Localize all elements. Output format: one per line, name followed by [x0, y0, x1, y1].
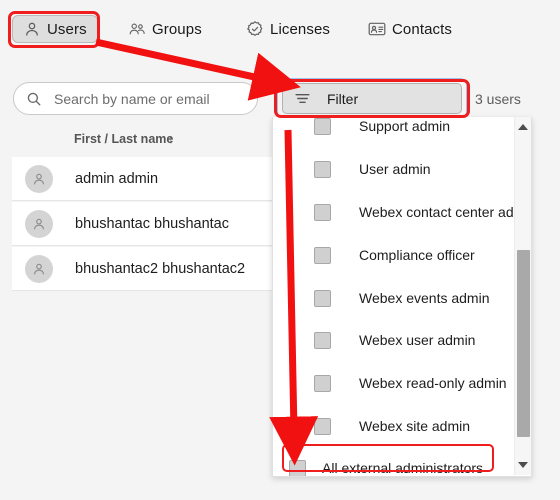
- filter-option-webex-read-only-admin[interactable]: Webex read-only admin: [273, 362, 516, 404]
- checkbox[interactable]: [314, 203, 331, 221]
- avatar: [25, 254, 53, 283]
- filter-option-label: Webex site admin: [359, 418, 471, 434]
- users-management-screen: Users Groups Licenses Contacts Search by…: [0, 0, 560, 500]
- badge-check-icon: [246, 20, 264, 38]
- tab-groups[interactable]: Groups: [118, 15, 212, 43]
- search-box[interactable]: [13, 82, 258, 115]
- filter-option-label: Webex read-only admin: [359, 375, 507, 391]
- filter-lines-icon: [294, 90, 311, 107]
- filter-option-label: All external administrators: [322, 460, 484, 476]
- filter-option-all-external-administrators[interactable]: All external administrators: [273, 447, 516, 476]
- table-header: First / Last name ↑: [0, 128, 272, 154]
- sort-ascending-icon[interactable]: ↑: [168, 132, 174, 146]
- filter-options-list: Support admin User admin Webex contact c…: [273, 117, 531, 476]
- tab-contacts-label: Contacts: [392, 20, 452, 38]
- filter-option-user-admin[interactable]: User admin: [273, 148, 516, 190]
- checkbox[interactable]: [314, 160, 331, 178]
- table-row[interactable]: bhushantac bhushantac: [12, 202, 272, 246]
- filter-option-compliance-officer[interactable]: Compliance officer: [273, 234, 516, 276]
- checkbox[interactable]: [289, 459, 306, 476]
- scroll-up-arrow-icon[interactable]: [515, 119, 531, 135]
- tab-contacts[interactable]: Contacts: [358, 15, 462, 43]
- search-input[interactable]: [54, 90, 239, 107]
- filter-button-label: Filter: [327, 90, 359, 107]
- user-count: 3 users: [475, 91, 521, 107]
- filter-option-label: Webex user admin: [359, 332, 476, 348]
- user-name: bhushantac bhushantac: [75, 215, 229, 232]
- filter-option-label: Compliance officer: [359, 247, 475, 263]
- scroll-down-arrow-icon[interactable]: [515, 457, 531, 473]
- contact-card-icon: [368, 20, 386, 38]
- groups-icon: [128, 20, 146, 38]
- checkbox[interactable]: [314, 117, 331, 135]
- filter-option-webex-events-admin[interactable]: Webex events admin: [273, 277, 516, 319]
- dropdown-scrollbar[interactable]: [514, 117, 531, 475]
- avatar: [25, 164, 53, 193]
- checkbox[interactable]: [314, 246, 331, 264]
- filter-button[interactable]: Filter: [282, 83, 462, 114]
- tab-groups-label: Groups: [152, 20, 202, 38]
- tab-licenses-label: Licenses: [270, 20, 331, 38]
- filter-option-label: Webex events admin: [359, 290, 490, 306]
- filter-option-label: User admin: [359, 161, 431, 177]
- primary-tab-bar: Users Groups Licenses Contacts: [0, 0, 560, 58]
- tab-users-label: Users: [47, 20, 87, 38]
- avatar: [25, 209, 53, 238]
- column-header-name[interactable]: First / Last name: [74, 132, 173, 146]
- filter-dropdown-panel: Support admin User admin Webex contact c…: [272, 117, 532, 477]
- filter-option-label: Support admin: [359, 118, 451, 134]
- filter-option-label: Webex contact center admin: [359, 204, 532, 220]
- user-name: admin admin: [75, 170, 159, 187]
- scrollbar-thumb[interactable]: [517, 250, 530, 437]
- table-row[interactable]: admin admin: [12, 157, 272, 201]
- checkbox[interactable]: [314, 374, 331, 392]
- filter-option-webex-contact-center-admin[interactable]: Webex contact center admin: [273, 191, 531, 233]
- filter-option-webex-user-admin[interactable]: Webex user admin: [273, 319, 516, 361]
- filter-option-support-admin[interactable]: Support admin: [273, 117, 516, 147]
- checkbox[interactable]: [314, 331, 331, 349]
- search-icon: [26, 91, 42, 107]
- checkbox[interactable]: [314, 289, 331, 307]
- tab-users[interactable]: Users: [12, 15, 98, 43]
- filter-option-webex-site-admin[interactable]: Webex site admin: [273, 405, 516, 447]
- table-row[interactable]: bhushantac2 bhushantac2: [12, 247, 272, 291]
- tab-licenses[interactable]: Licenses: [236, 15, 340, 43]
- user-icon: [23, 20, 41, 38]
- user-name: bhushantac2 bhushantac2: [75, 260, 246, 277]
- checkbox[interactable]: [314, 417, 331, 435]
